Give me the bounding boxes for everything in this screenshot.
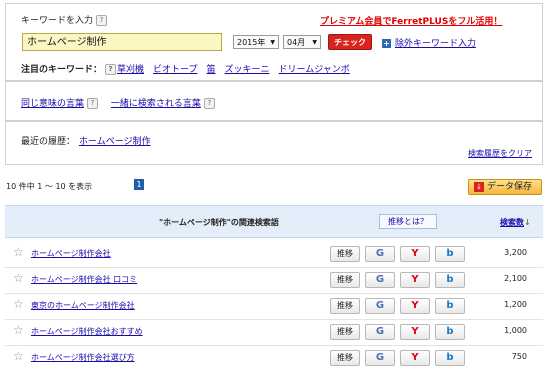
star-icon[interactable]: ☆ [13, 324, 24, 336]
search-panel: キーワードを入力? プレミアム会員でFerretPLUSをフル活用！ ホームペー… [5, 3, 543, 81]
trend-button[interactable]: 推移 [330, 272, 360, 288]
search-count: 2,100 [504, 274, 527, 283]
table-row: ☆ ホームページ制作会社選び方 推移 G Y b 750 [5, 342, 543, 370]
save-data-label: データ保存 [487, 182, 533, 192]
google-search-button[interactable]: G [365, 350, 395, 366]
co-searched-help-icon[interactable]: ? [203, 98, 215, 109]
star-icon[interactable]: ☆ [13, 272, 24, 284]
download-icon: ↓ [474, 182, 484, 192]
yahoo-search-button[interactable]: Y [400, 298, 430, 314]
related-links: 同じ意味の言葉? 一緒に検索される言葉? [21, 96, 215, 109]
plus-icon: + [382, 39, 391, 48]
keyword-link[interactable]: ホームページ制作会社選び方 [31, 352, 135, 363]
keyword-input[interactable]: ホームページ制作 [22, 33, 222, 51]
history-item[interactable]: ホームページ制作 [79, 137, 151, 147]
featured-item[interactable]: 笛 [206, 65, 215, 75]
google-search-button[interactable]: G [365, 272, 395, 288]
google-search-button[interactable]: G [365, 246, 395, 262]
year-select[interactable]: 2015年 ▼ [233, 35, 279, 49]
featured-item[interactable]: 草刈機 [117, 65, 144, 75]
table-header: "ホームページ制作"の関連検索語 推移とは？ 検索数↓ [5, 205, 543, 238]
yahoo-search-button[interactable]: Y [400, 272, 430, 288]
yahoo-search-button[interactable]: Y [400, 350, 430, 366]
featured-list: 草刈機 ビオトープ笛ズッキーニ ドリームジャンボ [117, 62, 350, 75]
bing-search-button[interactable]: b [435, 324, 465, 340]
keyword-link[interactable]: ホームページ制作会社おすすめ [31, 326, 143, 337]
keyword-link[interactable]: ホームページ制作会社 口コミ [31, 274, 137, 285]
star-icon[interactable]: ☆ [13, 298, 24, 310]
premium-notice-link[interactable]: プレミアム会員でFerretPLUSをフル活用！ [320, 14, 502, 27]
month-value: 04月 [287, 38, 306, 47]
star-icon[interactable]: ☆ [13, 246, 24, 258]
featured-item[interactable]: ズッキーニ [225, 65, 270, 75]
sort-arrow-icon: ↓ [524, 218, 531, 227]
yahoo-search-button[interactable]: Y [400, 246, 430, 262]
clear-history-link[interactable]: 検索履歴をクリア [468, 148, 532, 159]
results-summary: 10 件中 1 〜 10 を表示 [6, 182, 93, 191]
bing-search-button[interactable]: b [435, 350, 465, 366]
bing-search-button[interactable]: b [435, 246, 465, 262]
trend-button[interactable]: 推移 [330, 350, 360, 366]
keyword-help-icon[interactable]: ? [96, 15, 108, 26]
keyword-label: キーワードを入力? [21, 13, 108, 26]
synonyms-help-icon[interactable]: ? [87, 98, 99, 109]
related-words-panel: 同じ意味の言葉? 一緒に検索される言葉? [5, 81, 543, 121]
history-row: 最近の履歴： ホームページ制作 [21, 134, 151, 147]
search-count: 750 [511, 352, 527, 361]
keyword-label-text: キーワードを入力 [21, 16, 94, 26]
count-header[interactable]: 検索数↓ [500, 217, 531, 228]
featured-label: 注目のキーワード：? [21, 62, 117, 75]
search-count: 1,000 [504, 326, 527, 335]
count-header-label[interactable]: 検索数 [500, 218, 524, 227]
keyword-link[interactable]: 東京のホームページ制作会社 [31, 300, 135, 311]
month-select[interactable]: 04月 ▼ [283, 35, 321, 49]
synonyms-link[interactable]: 同じ意味の言葉 [21, 99, 84, 109]
bing-search-button[interactable]: b [435, 298, 465, 314]
featured-item[interactable]: ビオトープ [153, 65, 197, 75]
trend-button[interactable]: 推移 [330, 324, 360, 340]
search-count: 1,200 [504, 300, 527, 309]
featured-help-icon[interactable]: ? [105, 64, 117, 75]
google-search-button[interactable]: G [365, 298, 395, 314]
history-label: 最近の履歴： [21, 137, 76, 147]
trend-button[interactable]: 推移 [330, 246, 360, 262]
trend-button[interactable]: 推移 [330, 298, 360, 314]
exclude-keyword-link[interactable]: + 除外キーワード入力 [382, 36, 476, 49]
google-search-button[interactable]: G [365, 324, 395, 340]
co-searched-link[interactable]: 一緒に検索される言葉 [111, 99, 201, 109]
search-count: 3,200 [504, 248, 527, 257]
check-button[interactable]: チェック [328, 34, 372, 50]
star-icon[interactable]: ☆ [13, 350, 24, 362]
page-1-link[interactable]: 1 [134, 179, 144, 190]
table-header-title: "ホームページ制作"の関連検索語 [159, 218, 279, 227]
trend-help-button[interactable]: 推移とは？ [379, 214, 437, 229]
yahoo-search-button[interactable]: Y [400, 324, 430, 340]
chevron-down-icon: ▼ [312, 39, 317, 46]
chevron-down-icon: ▼ [270, 39, 275, 46]
save-data-button[interactable]: ↓ データ保存 [468, 179, 542, 195]
featured-item[interactable]: ドリームジャンボ [279, 65, 350, 75]
keyword-link[interactable]: ホームページ制作会社 [31, 248, 111, 259]
history-panel: 最近の履歴： ホームページ制作 検索履歴をクリア [5, 121, 543, 165]
bing-search-button[interactable]: b [435, 272, 465, 288]
featured-label-text: 注目のキーワード： [21, 65, 103, 75]
year-value: 2015年 [237, 38, 266, 47]
exclude-keyword-label[interactable]: 除外キーワード入力 [395, 39, 476, 49]
